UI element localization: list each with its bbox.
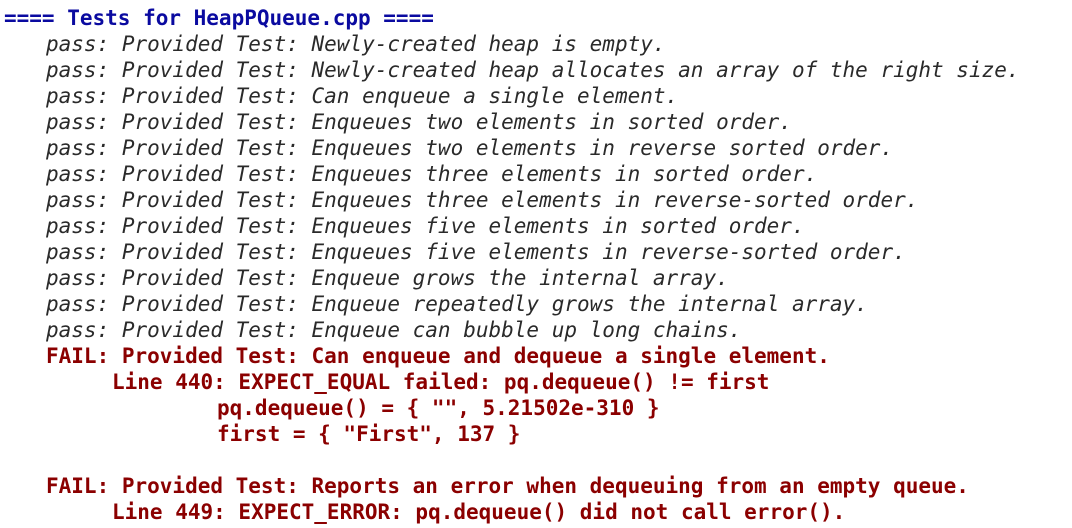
fail-detail-value: pq.dequeue() = { "", 5.21502e-310 } xyxy=(217,396,660,420)
pass-line: pass: Provided Test: Enqueue repeatedly … xyxy=(46,292,868,316)
pass-line: pass: Provided Test: Newly-created heap … xyxy=(46,32,666,56)
pass-line: pass: Provided Test: Enqueue grows the i… xyxy=(46,266,729,290)
pass-line: pass: Provided Test: Enqueues five eleme… xyxy=(46,240,906,264)
fail-detail-line: Line 449: EXPECT_ERROR: pq.dequeue() did… xyxy=(112,500,846,524)
fail-detail-value: first = { "First", 137 } xyxy=(217,422,521,446)
pass-line: pass: Provided Test: Enqueues five eleme… xyxy=(46,214,805,238)
test-suite-header: ==== Tests for HeapPQueue.cpp ==== xyxy=(4,6,434,30)
pass-line: pass: Provided Test: Enqueue can bubble … xyxy=(46,318,742,342)
test-output-console: ==== Tests for HeapPQueue.cpp ==== pass:… xyxy=(0,0,1072,528)
fail-line: FAIL: Provided Test: Can enqueue and deq… xyxy=(46,344,830,368)
pass-line: pass: Provided Test: Newly-created heap … xyxy=(46,58,1020,82)
pass-line: pass: Provided Test: Enqueues two elemen… xyxy=(46,136,894,160)
pass-line: pass: Provided Test: Enqueues two elemen… xyxy=(46,110,792,134)
pass-line: pass: Provided Test: Enqueues three elem… xyxy=(46,188,919,212)
fail-detail-line: Line 440: EXPECT_EQUAL failed: pq.dequeu… xyxy=(112,370,770,394)
pass-line: pass: Provided Test: Can enqueue a singl… xyxy=(46,84,679,108)
pass-line: pass: Provided Test: Enqueues three elem… xyxy=(46,162,818,186)
fail-line: FAIL: Provided Test: Reports an error wh… xyxy=(46,474,969,498)
